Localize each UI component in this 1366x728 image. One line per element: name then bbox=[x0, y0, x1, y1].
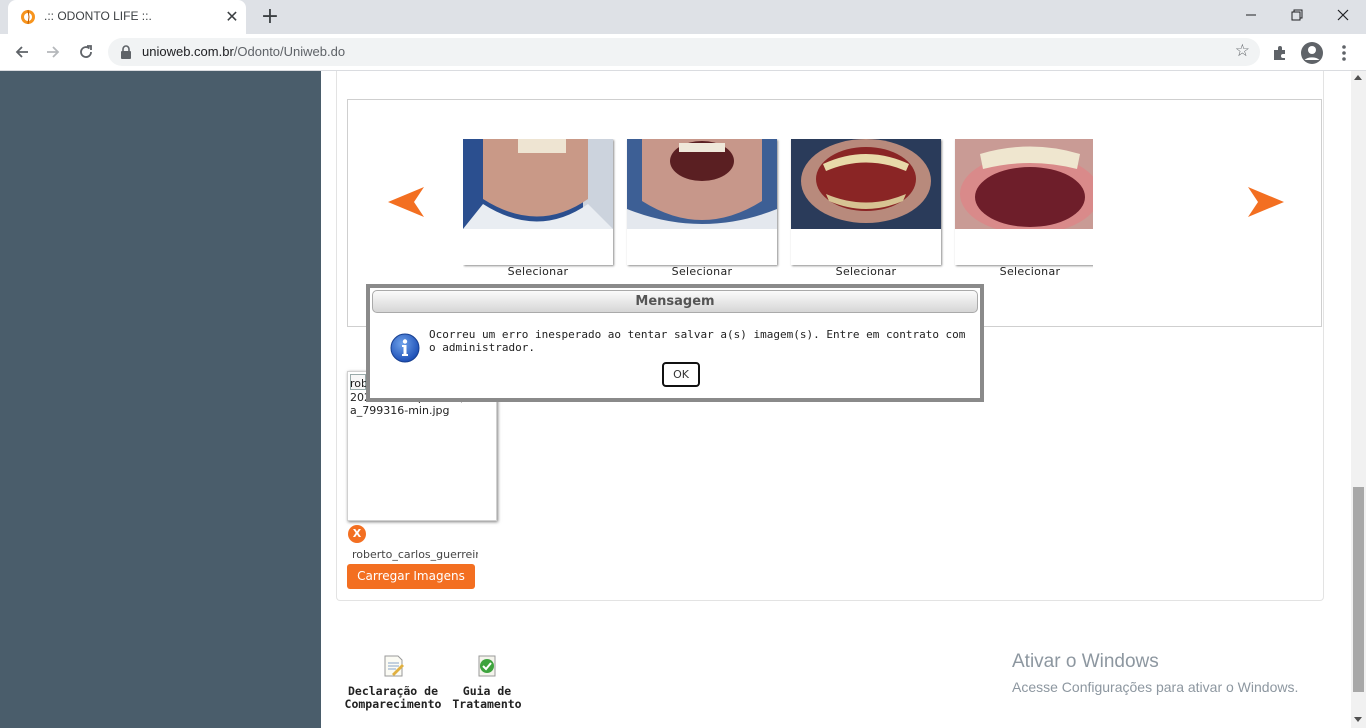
carousel-item[interactable]: Selecionar bbox=[627, 139, 777, 279]
watermark-subtitle: Acesse Configurações para ativar o Windo… bbox=[1012, 679, 1299, 695]
guia-tratamento-button[interactable]: Guia de Tratamento bbox=[449, 653, 525, 711]
restore-icon[interactable] bbox=[1274, 0, 1320, 30]
checked-document-icon bbox=[478, 655, 496, 677]
select-label: Selecionar bbox=[835, 265, 897, 278]
thumb-card bbox=[791, 139, 941, 265]
url-domain: unioweb.com.br bbox=[142, 44, 234, 59]
url-path: /Odonto/Uniweb.do bbox=[233, 44, 346, 59]
scrollbar-thumb[interactable] bbox=[1353, 487, 1364, 692]
carousel-thumbs: Selecionar Selecionar Selecionar Selecio… bbox=[463, 139, 1093, 289]
dialog-title: Mensagem bbox=[372, 290, 978, 313]
thumb-card bbox=[955, 139, 1093, 265]
carousel-item[interactable]: Selecionar bbox=[463, 139, 613, 279]
carousel-prev-arrow-icon[interactable] bbox=[386, 185, 426, 219]
browser-toolbar: unioweb.com.br/Odonto/Uniweb.do ☆ bbox=[0, 34, 1366, 71]
browser-tab[interactable]: .:: ODONTO LIFE ::. ✕ bbox=[8, 0, 246, 34]
tab-close-icon[interactable]: ✕ bbox=[222, 7, 242, 27]
select-label: Selecionar bbox=[507, 265, 569, 278]
document-icon bbox=[384, 655, 404, 677]
select-label: Selecionar bbox=[671, 265, 733, 278]
menu-kebab-icon[interactable] bbox=[1332, 41, 1356, 65]
page-scrollbar[interactable] bbox=[1351, 71, 1366, 728]
upload-filename: roberto_carlos_guerreiro_2020-09-29-pano… bbox=[352, 548, 478, 561]
lock-icon bbox=[121, 45, 131, 59]
windows-activation-watermark: Ativar o Windows Acesse Configurações pa… bbox=[1012, 651, 1298, 695]
address-bar[interactable]: unioweb.com.br/Odonto/Uniweb.do ☆ bbox=[108, 38, 1260, 66]
new-tab-icon[interactable]: + bbox=[258, 5, 282, 29]
patient-photo-3 bbox=[791, 139, 941, 229]
favicon-icon bbox=[21, 9, 35, 25]
bookmark-star-icon[interactable]: ☆ bbox=[1235, 41, 1250, 61]
load-images-button[interactable]: Carregar Imagens bbox=[347, 564, 475, 589]
patient-photo-1 bbox=[463, 139, 613, 229]
back-icon[interactable] bbox=[9, 39, 35, 65]
tab-title: .:: ODONTO LIFE ::. bbox=[44, 9, 152, 23]
remove-image-button[interactable]: X bbox=[348, 525, 366, 543]
profile-icon[interactable] bbox=[1300, 41, 1324, 65]
watermark-title: Ativar o Windows bbox=[1012, 651, 1159, 672]
url-text: unioweb.com.br/Odonto/Uniweb.do bbox=[142, 44, 345, 59]
carousel-next-arrow-icon[interactable] bbox=[1246, 185, 1286, 219]
declaracao-comparecimento-button[interactable]: Declaração de Comparecimento bbox=[337, 653, 449, 711]
scroll-up-icon[interactable] bbox=[1354, 75, 1362, 80]
message-dialog: Mensagem Ocorreu um erro inesperado ao t… bbox=[366, 284, 984, 402]
thumb-card bbox=[463, 139, 613, 265]
carousel-item[interactable]: Selecionar bbox=[955, 139, 1093, 279]
dialog-ok-button[interactable]: OK bbox=[662, 362, 700, 387]
info-icon bbox=[390, 333, 420, 363]
reload-icon[interactable] bbox=[73, 39, 99, 65]
guia-label-2: Tratamento bbox=[452, 697, 522, 711]
minimize-icon[interactable] bbox=[1228, 0, 1274, 30]
select-label: Selecionar bbox=[999, 265, 1061, 278]
declaracao-label-2: Comparecimento bbox=[344, 697, 442, 711]
scroll-down-icon[interactable] bbox=[1354, 717, 1362, 722]
patient-photo-4 bbox=[955, 139, 1093, 234]
dialog-message: Ocorreu um erro inesperado ao tentar sal… bbox=[429, 328, 966, 354]
close-window-icon[interactable] bbox=[1320, 0, 1366, 30]
extensions-icon[interactable] bbox=[1268, 41, 1292, 65]
forward-icon[interactable] bbox=[40, 39, 66, 65]
thumb-card bbox=[627, 139, 777, 265]
carousel-item[interactable]: Selecionar bbox=[791, 139, 941, 279]
patient-photo-2 bbox=[627, 139, 777, 229]
tab-strip: .:: ODONTO LIFE ::. ✕ + bbox=[0, 0, 1366, 34]
